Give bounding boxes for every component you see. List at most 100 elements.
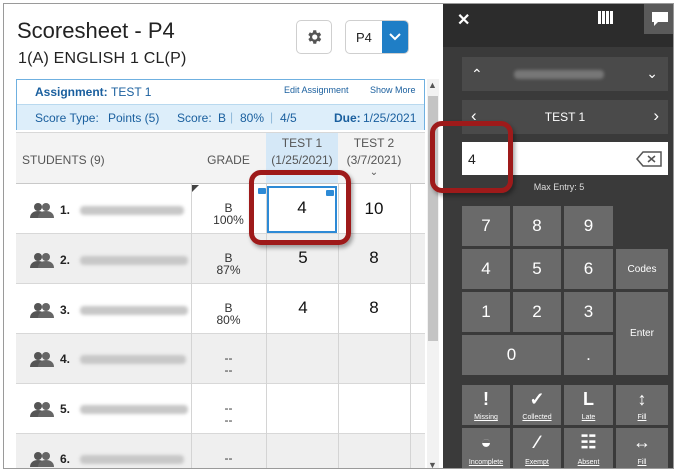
table-row: 3. B 80% 4 8 [16, 284, 425, 334]
due-value: 1/25/2021 [363, 111, 417, 125]
student-number: 5. [60, 402, 71, 416]
student-number: 3. [60, 303, 71, 317]
horizontal-arrows-icon: ↔ [633, 432, 651, 452]
key-2[interactable]: 2 [513, 292, 561, 332]
students-header[interactable]: STUDENTS (9) [22, 153, 105, 167]
fill-down-button[interactable]: ↕ Fill [616, 385, 668, 425]
student-pct: -- [191, 464, 266, 468]
scoresheet-window: Scoresheet - P4 1(A) ENGLISH 1 CL(P) P4 … [3, 3, 674, 469]
score-type-value: Points (5) [108, 111, 160, 125]
callout-entry-field [430, 121, 513, 193]
callout-selected-cell [249, 170, 351, 245]
student-navigator: ⌃ ⌄ [462, 57, 668, 91]
grade-override-marker [192, 185, 199, 192]
chevron-down-icon[interactable] [382, 21, 408, 53]
settings-button[interactable] [296, 20, 332, 54]
fill-across-button[interactable]: ↔ Fill [616, 428, 668, 468]
show-more-link[interactable]: Show More [370, 85, 416, 95]
key-5[interactable]: 5 [513, 249, 561, 289]
score-points: 4/5 [280, 111, 297, 125]
exclamation-icon: ! [483, 389, 489, 409]
student-name[interactable] [80, 355, 186, 364]
score-entry-panel: ✕ ⌃ ⌄ ‹ TEST 1 › 4 Max Entry: 5 7 8 9 4 … [443, 4, 673, 468]
table-header: STUDENTS (9) GRADE TEST 1 (1/25/2021) TE… [16, 132, 425, 184]
assignment-name: TEST 1 [111, 85, 152, 99]
period-select[interactable]: P4 [345, 20, 409, 54]
key-6[interactable]: 6 [564, 249, 613, 289]
backspace-icon[interactable] [636, 151, 662, 167]
incomplete-button[interactable]: ◒ Incomplete [462, 428, 510, 468]
keypad-grid-icon[interactable] [598, 11, 613, 24]
score-label: Score: [177, 111, 212, 125]
due-label: Due: [334, 111, 361, 125]
student-group-icon [30, 203, 54, 218]
vertical-arrows-icon: ↕ [637, 389, 647, 409]
codes-button[interactable]: Codes [616, 249, 668, 289]
check-icon: ✓ [529, 389, 545, 409]
edit-assignment-link[interactable]: Edit Assignment [284, 85, 349, 95]
test2-score[interactable]: 8 [338, 248, 410, 268]
test2-header[interactable]: TEST 2 [338, 136, 410, 150]
scroll-up-icon[interactable]: ▲ [428, 80, 437, 90]
score-grade: B [218, 111, 227, 125]
student-group-icon [30, 402, 54, 417]
scroll-down-icon[interactable]: ▼ [428, 460, 437, 468]
key-0[interactable]: 0 [462, 335, 561, 375]
table-row: 4. -- -- [16, 334, 425, 384]
student-number: 4. [60, 352, 71, 366]
student-number: 1. [60, 203, 71, 217]
student-number: 2. [60, 253, 71, 267]
late-icon: L [583, 389, 594, 409]
student-pct: -- [224, 363, 233, 377]
score-pct: 80% [240, 111, 265, 125]
chevron-right-icon[interactable]: › [653, 106, 659, 126]
key-3[interactable]: 3 [564, 292, 613, 332]
exempt-button[interactable]: ∕ Exempt [513, 428, 561, 468]
chevron-up-icon[interactable]: ⌃ [471, 66, 483, 83]
student-name[interactable] [80, 455, 184, 464]
key-9[interactable]: 9 [564, 206, 613, 246]
assignment-label: Assignment: [35, 85, 108, 99]
key-8[interactable]: 8 [513, 206, 561, 246]
gear-icon [308, 30, 322, 44]
table-row: 1. B 100% 10 [16, 184, 425, 234]
test2-score[interactable]: 8 [338, 298, 410, 318]
chair-icon: ☷ [580, 432, 597, 452]
student-name[interactable] [80, 306, 188, 315]
student-number: 6. [60, 452, 71, 466]
key-4[interactable]: 4 [462, 249, 510, 289]
student-pct: 87% [216, 263, 241, 277]
student-pct: -- [224, 413, 233, 427]
test2-date: (3/7/2021) [346, 153, 402, 167]
incomplete-icon: ◒ [480, 432, 492, 452]
collected-button[interactable]: ✓ Collected [513, 385, 561, 425]
student-name[interactable] [80, 405, 188, 414]
key-7[interactable]: 7 [462, 206, 510, 246]
student-pct: 80% [216, 313, 241, 327]
absent-button[interactable]: ☷ Absent [564, 428, 613, 468]
table-row: 6. -- -- [16, 434, 425, 468]
grade-header[interactable]: GRADE [191, 153, 266, 167]
student-name[interactable] [80, 206, 184, 215]
assignment-info: Assignment: TEST 1 Edit Assignment Show … [16, 79, 425, 130]
key-1[interactable]: 1 [462, 292, 510, 332]
student-group-icon [30, 352, 54, 367]
slash-icon: ∕ [535, 432, 539, 452]
comment-icon [652, 12, 668, 26]
student-name[interactable] [80, 256, 188, 265]
table-row: 2. B 87% 5 8 [16, 234, 425, 284]
page-title: Scoresheet - P4 [17, 18, 175, 43]
late-button[interactable]: L Late [564, 385, 613, 425]
table-row: 5. -- -- [16, 384, 425, 434]
test1-score[interactable]: 5 [267, 248, 339, 268]
test1-header[interactable]: TEST 1 [266, 136, 338, 150]
missing-button[interactable]: ! Missing [462, 385, 510, 425]
close-icon[interactable]: ✕ [457, 10, 470, 30]
comment-button[interactable] [644, 4, 673, 34]
class-subtitle: 1(A) ENGLISH 1 CL(P) [18, 50, 187, 67]
key-decimal[interactable]: . [564, 335, 613, 375]
enter-button[interactable]: Enter [616, 292, 668, 375]
chevron-down-icon[interactable]: ⌄ [646, 65, 658, 82]
test1-score[interactable]: 4 [267, 298, 339, 318]
score-type-label: Score Type: [35, 111, 99, 125]
